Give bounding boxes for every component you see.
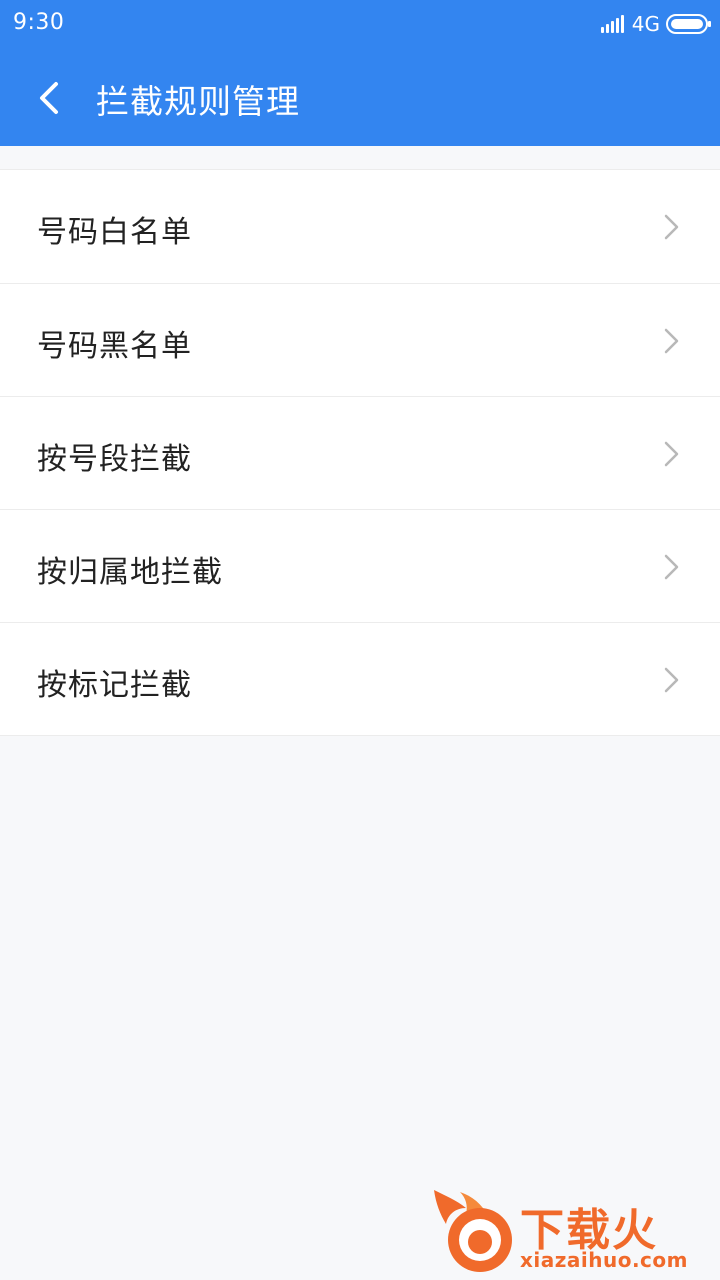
chevron-right-icon [664, 441, 679, 467]
watermark-logo: 下载火 xiazaihuo.com [426, 1186, 716, 1276]
status-time: 9:30 [13, 10, 65, 35]
page-title: 拦截规则管理 [96, 82, 300, 121]
battery-icon [666, 14, 711, 34]
list-item-whitelist[interactable]: 号码白名单 [0, 170, 720, 283]
status-right: 4G [600, 12, 711, 36]
chevron-right-icon [664, 554, 679, 580]
watermark-url: xiazaihuo.com [520, 1248, 688, 1272]
list-item-label: 号码白名单 [37, 215, 192, 250]
list-item-label: 按归属地拦截 [37, 555, 223, 590]
list-item-block-by-tag[interactable]: 按标记拦截 [0, 622, 720, 735]
list-item-label: 号码黑名单 [37, 329, 192, 364]
app-header: 9:30 4G 拦截规则管理 [0, 0, 720, 146]
list-item-block-by-location[interactable]: 按归属地拦截 [0, 509, 720, 622]
list-item-label: 按标记拦截 [37, 668, 192, 703]
chevron-right-icon [664, 328, 679, 354]
screen: 9:30 4G 拦截规则管理 号码白名单 号码黑名单 按号段拦截 按归属地拦截 … [0, 0, 720, 1280]
list-item-label: 按号段拦截 [37, 442, 192, 477]
chevron-left-icon [40, 82, 58, 114]
download-circle-icon [448, 1208, 512, 1272]
list-item-blacklist[interactable]: 号码黑名单 [0, 283, 720, 396]
network-type: 4G [631, 12, 660, 36]
list-item-block-by-prefix[interactable]: 按号段拦截 [0, 396, 720, 509]
rule-list: 号码白名单 号码黑名单 按号段拦截 按归属地拦截 按标记拦截 [0, 169, 720, 736]
chevron-right-icon [664, 667, 679, 693]
navigation-bar: 拦截规则管理 [0, 48, 720, 146]
back-button[interactable] [20, 68, 80, 128]
signal-bars-icon [600, 15, 626, 33]
chevron-right-icon [664, 214, 679, 240]
status-bar: 9:30 4G [0, 0, 720, 48]
